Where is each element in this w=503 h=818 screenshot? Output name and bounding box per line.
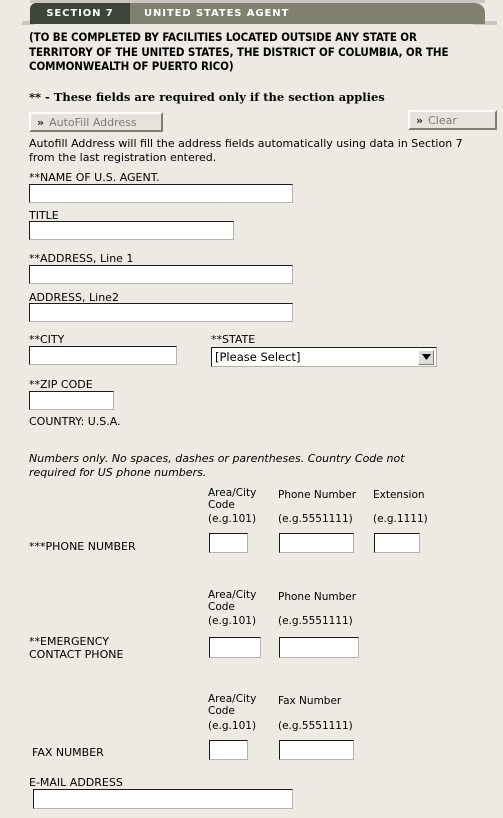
phone-area-code-header: Area/City Code bbox=[208, 487, 257, 511]
fax-area-code-input[interactable] bbox=[209, 740, 248, 760]
address-line2-input[interactable] bbox=[29, 303, 293, 322]
address-line1-label: **ADDRESS, Line 1 bbox=[29, 252, 134, 265]
phone-extension-header: Extension bbox=[373, 489, 425, 501]
autofill-address-button[interactable]: » AutoFill Address bbox=[29, 112, 163, 132]
completed-by-note: (TO BE COMPLETED BY FACILITIES LOCATED O… bbox=[29, 30, 449, 73]
tab-section-number: SECTION 7 bbox=[30, 3, 130, 24]
agent-name-input[interactable] bbox=[29, 184, 293, 203]
phone-format-note: Numbers only. No spaces, dashes or paren… bbox=[29, 452, 405, 479]
title-input[interactable] bbox=[29, 221, 234, 240]
fax-number-input[interactable] bbox=[279, 740, 354, 760]
state-select-value: [Please Select] bbox=[215, 350, 301, 364]
fax-area-code-header: Area/City Code bbox=[208, 693, 257, 717]
fax-number-label: FAX NUMBER bbox=[32, 746, 104, 759]
phone-number-header: Phone Number bbox=[278, 489, 357, 501]
chevron-down-icon[interactable] bbox=[418, 349, 434, 365]
agent-name-label: **NAME OF U.S. AGENT. bbox=[29, 171, 160, 184]
emergency-phone-number-input[interactable] bbox=[279, 637, 359, 658]
section-tab-strip: SECTION 7 UNITED STATES AGENT bbox=[0, 0, 503, 30]
fax-area-code-example: (e.g.101) bbox=[208, 720, 257, 732]
fax-number-example: (e.g.5551111) bbox=[278, 720, 353, 732]
emergency-area-code-header: Area/City Code bbox=[208, 589, 257, 613]
phone-extension-example: (e.g.1111) bbox=[373, 513, 428, 525]
emergency-phone-number-example: (e.g.5551111) bbox=[278, 615, 353, 627]
emergency-area-code-example: (e.g.101) bbox=[208, 615, 257, 627]
city-label: **CITY bbox=[29, 333, 65, 346]
phone-area-code-input[interactable] bbox=[209, 533, 248, 553]
emergency-phone-number-header: Phone Number bbox=[278, 591, 357, 603]
clear-button[interactable]: » Clear bbox=[408, 110, 497, 130]
tab-section-title: UNITED STATES AGENT bbox=[144, 8, 290, 19]
emergency-contact-phone-label: **EMERGENCY CONTACT PHONE bbox=[29, 635, 124, 661]
phone-extension-input[interactable] bbox=[374, 533, 420, 553]
autofill-address-button-label: AutoFill Address bbox=[49, 115, 137, 129]
phone-number-label: ***PHONE NUMBER bbox=[29, 540, 136, 553]
double-chevron-right-icon: » bbox=[416, 113, 423, 127]
city-input[interactable] bbox=[29, 346, 177, 365]
emergency-area-code-input[interactable] bbox=[209, 637, 261, 658]
address-line1-input[interactable] bbox=[29, 265, 293, 284]
autofill-description: Autofill Address will fill the address f… bbox=[29, 137, 463, 164]
phone-area-code-example: (e.g.101) bbox=[208, 513, 257, 525]
double-chevron-right-icon: » bbox=[37, 115, 44, 129]
state-label: **STATE bbox=[211, 333, 256, 346]
clear-button-label: Clear bbox=[428, 113, 457, 127]
zip-code-input[interactable] bbox=[29, 391, 114, 410]
required-fields-legend: ** - These fields are required only if t… bbox=[29, 90, 385, 104]
email-address-label: E-MAIL ADDRESS bbox=[29, 776, 123, 789]
zip-code-label: **ZIP CODE bbox=[29, 378, 93, 391]
tab-section-7[interactable]: SECTION 7 UNITED STATES AGENT bbox=[30, 3, 485, 24]
phone-number-input[interactable] bbox=[279, 533, 354, 553]
phone-number-example: (e.g.5551111) bbox=[278, 513, 353, 525]
fax-number-header: Fax Number bbox=[278, 695, 342, 707]
country-label: COUNTRY: U.S.A. bbox=[29, 415, 121, 428]
email-address-input[interactable] bbox=[33, 789, 293, 809]
state-select[interactable]: [Please Select] bbox=[211, 347, 437, 367]
